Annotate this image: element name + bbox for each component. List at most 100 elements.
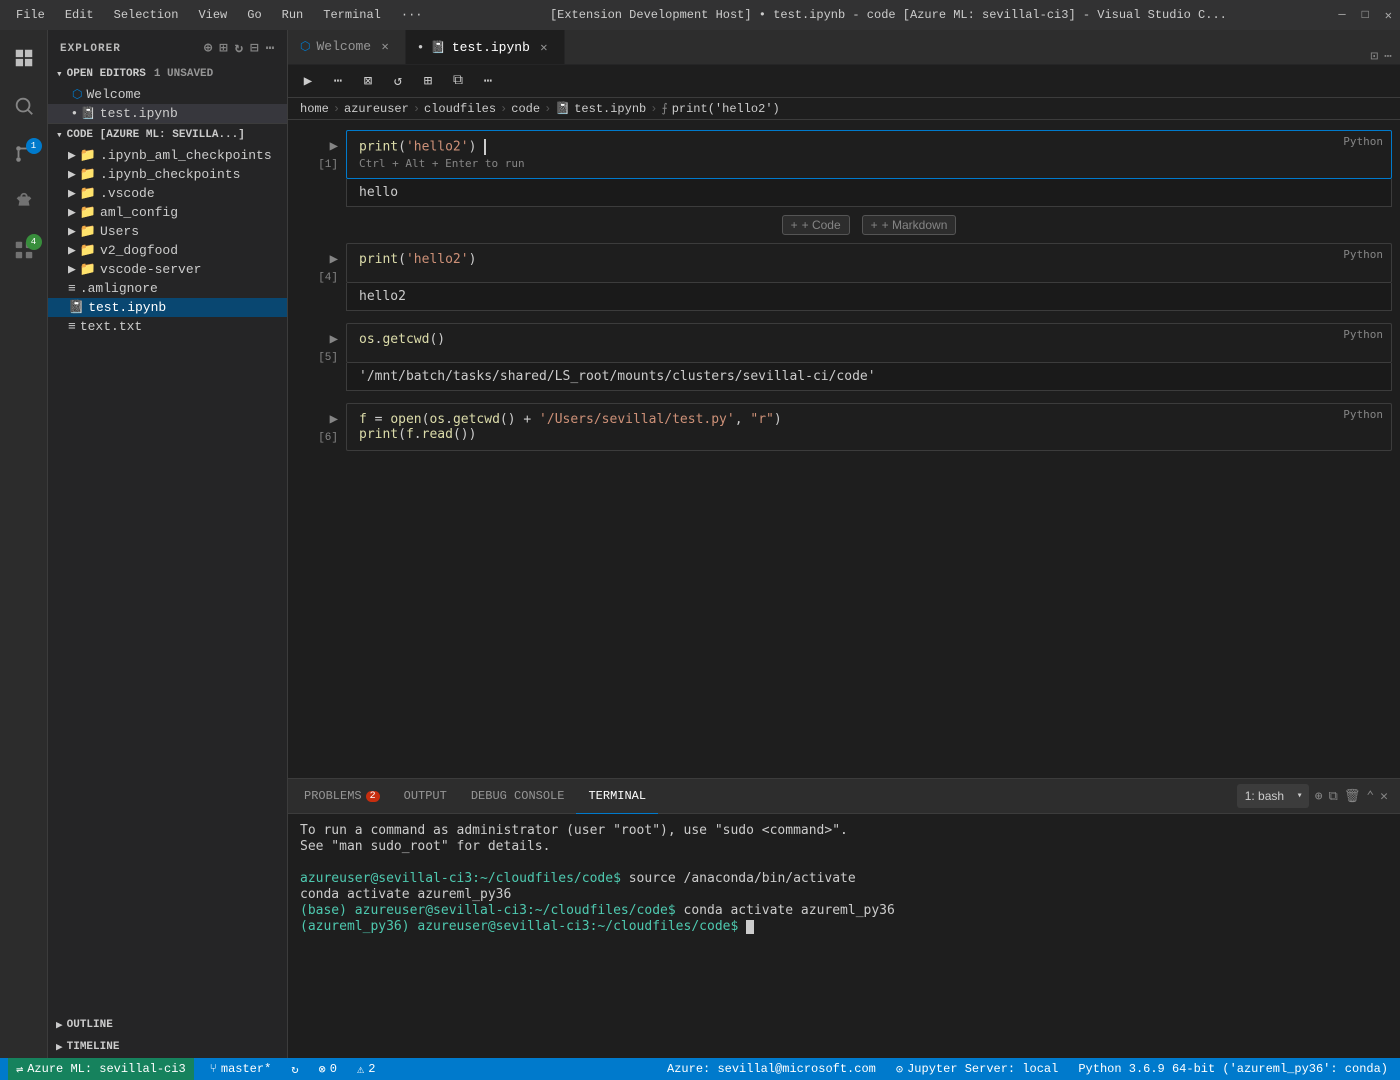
- new-folder-icon[interactable]: ⊞: [219, 40, 228, 57]
- restart-kernel-button[interactable]: ↺: [386, 69, 410, 93]
- terminal-cursor: [746, 919, 754, 934]
- cell-wrapper-1: ▶ [1] ≡ ⋯ 🗑 Python print('hello2'): [296, 128, 1392, 209]
- tab-notebook[interactable]: ● 📓 test.ipynb ✕: [406, 30, 565, 64]
- split-view-button[interactable]: ⧉: [446, 69, 470, 93]
- menu-run[interactable]: Run: [274, 6, 312, 24]
- cell-toolbar-list-icon[interactable]: ≡: [1341, 120, 1349, 121]
- section-explorer[interactable]: ▾ CODE [AZURE ML: SEVILLA...]: [48, 124, 287, 146]
- sidebar-item-users[interactable]: ▶ 📁 Users: [48, 222, 287, 241]
- sidebar-item-amlignore[interactable]: ≡ .amlignore: [48, 279, 287, 298]
- folder-icon: 📁: [80, 205, 96, 220]
- split-editor-icon[interactable]: ⊡: [1370, 49, 1378, 64]
- tab-close-welcome[interactable]: ✕: [377, 39, 393, 55]
- cell-run-1[interactable]: ▶: [330, 138, 338, 155]
- sidebar-item-welcome[interactable]: ⬡ Welcome: [48, 85, 287, 104]
- cell-input-6[interactable]: Python f = open(os.getcwd() + '/Users/se…: [346, 403, 1392, 451]
- sidebar-item-text-txt[interactable]: ≡ text.txt: [48, 317, 287, 336]
- add-markdown-cell-button[interactable]: + + Markdown: [862, 215, 957, 235]
- activity-extensions[interactable]: 4: [0, 226, 48, 274]
- status-python[interactable]: Python 3.6.9 64-bit ('azureml_py36': con…: [1074, 1058, 1392, 1080]
- sidebar-item-aml-config[interactable]: ▶ 📁 aml_config: [48, 203, 287, 222]
- activity-source-control[interactable]: 1: [0, 130, 48, 178]
- sidebar-item-test-ipynb[interactable]: 📓 test.ipynb: [48, 298, 287, 317]
- section-timeline[interactable]: ▶ TIMELINE: [48, 1036, 287, 1058]
- menu-file[interactable]: File: [8, 6, 53, 24]
- activity-bar: 1 4: [0, 30, 48, 1058]
- section-open-editors[interactable]: ▾ OPEN EDITORS 1 UNSAVED: [48, 63, 287, 85]
- status-branch[interactable]: ⑂ master*: [206, 1058, 276, 1080]
- tab-debug-console[interactable]: DEBUG CONSOLE: [459, 779, 577, 814]
- sidebar-item-ipynb-aml[interactable]: ▶ 📁 .ipynb_aml_checkpoints: [48, 146, 287, 165]
- cell-input-5[interactable]: Python os.getcwd(): [346, 323, 1392, 363]
- chevron-right-icon: ▶: [68, 186, 76, 201]
- menu-edit[interactable]: Edit: [57, 6, 102, 24]
- breadcrumb-home[interactable]: home: [300, 102, 329, 116]
- tab-welcome[interactable]: ⬡ Welcome ✕: [288, 30, 406, 64]
- status-sync[interactable]: ↻: [287, 1058, 302, 1080]
- activity-explorer[interactable]: [0, 34, 48, 82]
- close-panel-icon[interactable]: ✕: [1380, 789, 1388, 804]
- sidebar-item-vscode-server[interactable]: ▶ 📁 vscode-server: [48, 260, 287, 279]
- menu-view[interactable]: View: [190, 6, 235, 24]
- cell-input-1[interactable]: Python print('hello2') Ctrl + Alt + Ente…: [346, 130, 1392, 179]
- menu-selection[interactable]: Selection: [106, 6, 187, 24]
- minimize-button[interactable]: ─: [1338, 8, 1345, 23]
- tab-terminal[interactable]: TERMINAL: [576, 779, 658, 814]
- run-menu-button[interactable]: ⋯: [326, 69, 350, 93]
- menu-go[interactable]: Go: [239, 6, 269, 24]
- run-all-button[interactable]: ▶: [296, 69, 320, 93]
- sidebar-item-v2-dogfood[interactable]: ▶ 📁 v2_dogfood: [48, 241, 287, 260]
- activity-search[interactable]: [0, 82, 48, 130]
- cell-toolbar-more-icon[interactable]: ⋯: [1354, 120, 1362, 121]
- clear-outputs-button[interactable]: ⊠: [356, 69, 380, 93]
- menu-more[interactable]: ···: [393, 6, 431, 24]
- breadcrumb-function[interactable]: print('hello2'): [672, 102, 780, 116]
- terminal-shell-select[interactable]: 1: bash: [1237, 784, 1309, 808]
- collapse-icon[interactable]: ⊟: [250, 40, 259, 57]
- status-remote[interactable]: ⇌ Azure ML: sevillal-ci3: [8, 1058, 194, 1080]
- cell-run-6[interactable]: ▶: [330, 411, 338, 428]
- sidebar-item-ipynb-checkpoints[interactable]: ▶ 📁 .ipynb_checkpoints: [48, 165, 287, 184]
- notebook-toolbar: ▶ ⋯ ⊠ ↺ ⊞ ⧉ ⋯: [288, 65, 1400, 98]
- new-file-icon[interactable]: ⊕: [204, 40, 213, 57]
- maximize-panel-icon[interactable]: ⌃: [1366, 789, 1374, 804]
- cell-run-5[interactable]: ▶: [330, 331, 338, 348]
- breadcrumb-code[interactable]: code: [511, 102, 540, 116]
- maximize-button[interactable]: □: [1362, 8, 1369, 23]
- sidebar-item-test-ipynb-editor[interactable]: ● 📓 test.ipynb: [48, 104, 287, 123]
- editor-area[interactable]: ▶ [1] ≡ ⋯ 🗑 Python print('hello2'): [288, 120, 1400, 778]
- status-azure-account[interactable]: Azure: sevillal@microsoft.com: [663, 1058, 880, 1080]
- add-code-cell-button[interactable]: + + Code: [782, 215, 850, 235]
- add-terminal-icon[interactable]: ⊕: [1315, 789, 1323, 804]
- split-terminal-icon[interactable]: ⧉: [1329, 789, 1338, 804]
- breadcrumb-azureuser[interactable]: azureuser: [344, 102, 409, 116]
- cell-lang-4: Python: [1343, 248, 1383, 261]
- status-warnings[interactable]: ⚠ 2: [353, 1058, 379, 1080]
- cell-toolbar-delete-icon[interactable]: 🗑: [1366, 120, 1384, 121]
- close-button[interactable]: ✕: [1385, 8, 1392, 23]
- status-jupyter[interactable]: ⊙ Jupyter Server: local: [892, 1058, 1062, 1080]
- sidebar-item-vscode[interactable]: ▶ 📁 .vscode: [48, 184, 287, 203]
- more-notebook-button[interactable]: ⋯: [476, 69, 500, 93]
- sync-icon: ↻: [291, 1062, 298, 1077]
- status-bar: ⇌ Azure ML: sevillal-ci3 ⑂ master* ↻ ⊗ 0…: [0, 1058, 1400, 1080]
- delete-terminal-icon[interactable]: 🗑: [1344, 789, 1361, 804]
- terminal-content[interactable]: To run a command as administrator (user …: [288, 814, 1400, 1058]
- section-outline[interactable]: ▶ OUTLINE: [48, 1014, 287, 1036]
- plus-icon2: +: [871, 218, 878, 232]
- chevron-right-icon: ▶: [56, 1040, 63, 1054]
- more-icon[interactable]: ⋯: [266, 40, 275, 57]
- activity-debug[interactable]: [0, 178, 48, 226]
- cell-run-4[interactable]: ▶: [330, 251, 338, 268]
- breadcrumb-cloudfiles[interactable]: cloudfiles: [424, 102, 496, 116]
- menu-terminal[interactable]: Terminal: [315, 6, 389, 24]
- breadcrumb-notebook[interactable]: test.ipynb: [574, 102, 646, 116]
- cell-input-4[interactable]: Python print('hello2'): [346, 243, 1392, 283]
- tab-output[interactable]: OUTPUT: [392, 779, 459, 814]
- refresh-icon[interactable]: ↻: [235, 40, 244, 57]
- variable-explorer-button[interactable]: ⊞: [416, 69, 440, 93]
- more-tabs-icon[interactable]: ⋯: [1384, 49, 1392, 64]
- status-errors[interactable]: ⊗ 0: [315, 1058, 341, 1080]
- tab-problems[interactable]: PROBLEMS 2: [292, 779, 392, 814]
- tab-close-notebook[interactable]: ✕: [536, 39, 552, 55]
